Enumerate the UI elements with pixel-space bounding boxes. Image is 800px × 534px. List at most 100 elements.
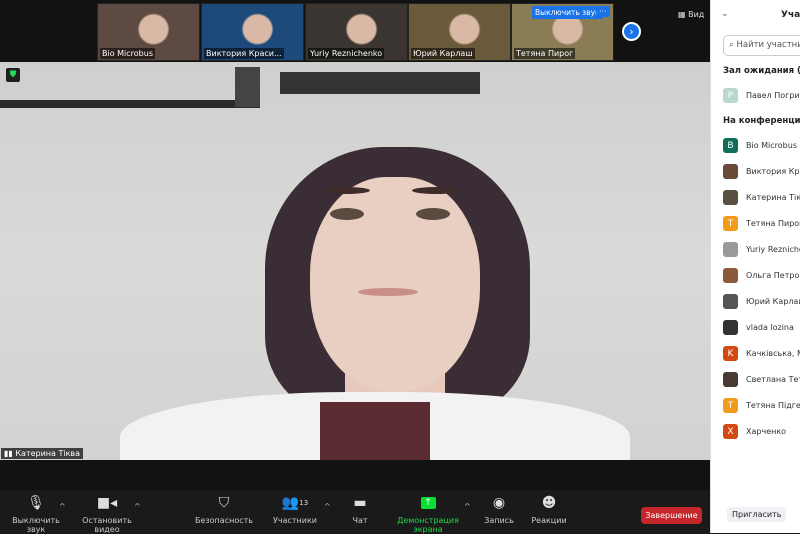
waiting-room-header: Зал ожидания (1) — [723, 66, 800, 76]
search-placeholder: Найти участника — [736, 40, 800, 50]
participant-row[interactable]: T Тетяна Пирог — [723, 215, 800, 232]
video-options-caret-icon[interactable]: ^ — [134, 502, 141, 511]
stop-video-button[interactable]: ■◂ Остановить видео — [72, 490, 142, 534]
participants-button[interactable]: 👥 13 Участники — [270, 490, 320, 525]
reactions-button[interactable]: ☻ Реакции — [530, 490, 568, 525]
next-page-icon[interactable]: › — [622, 22, 641, 41]
eye — [330, 208, 364, 220]
mouth — [358, 288, 418, 296]
participant-name: Харченко — [746, 427, 787, 436]
avatar — [723, 320, 738, 335]
video-camera-icon: ■◂ — [96, 495, 118, 511]
video-thumbnail[interactable]: Юрий Карлаш — [408, 3, 511, 61]
chat-button[interactable]: ▬ Чат — [345, 490, 375, 525]
speaker-name: Катерина Тіква — [15, 449, 81, 458]
thumbnail-name: Виктория Краси... — [204, 48, 284, 59]
video-thumbnail[interactable]: Yuriy Reznichenko — [305, 3, 408, 61]
participant-name: Катерина Тіква — [746, 193, 800, 202]
participants-icon: 👥 — [281, 495, 300, 511]
share-screen-button[interactable]: ↑ Демонстрация экрана — [385, 490, 471, 534]
participant-row[interactable]: Светлана Тетерина — [723, 371, 800, 388]
participant-name: Павел Погрибный — [746, 91, 800, 100]
security-button[interactable]: ⛉ Безопасность — [194, 490, 254, 525]
video-label: Остановить видео — [82, 516, 132, 534]
encryption-shield-icon[interactable]: ⛊ — [6, 68, 20, 82]
meeting-toolbar: 🎙 Выключить звук ^ ■◂ Остановить видео ^ ⛉… — [0, 490, 710, 534]
participants-panel: ⌄ Участники (13) ⌕ Найти участника Зал о… — [710, 0, 800, 533]
participant-row[interactable]: Ольга Петровна — [723, 267, 800, 284]
chat-bubble-icon: ▬ — [353, 495, 367, 511]
avatar — [723, 372, 738, 387]
avatar: B — [723, 138, 738, 153]
brow — [412, 187, 460, 194]
share-label: Демонстрация экрана — [397, 516, 459, 534]
avatar: X — [723, 424, 738, 439]
participant-search-input[interactable]: ⌕ Найти участника — [723, 35, 800, 56]
chat-label: Чат — [352, 516, 368, 525]
thumbnail-name: Yuriy Reznichenko — [308, 48, 385, 59]
brow — [322, 187, 370, 194]
avatar: K — [723, 346, 738, 361]
participant-row[interactable]: vlada lozina — [723, 319, 794, 336]
participant-row[interactable]: K Качківська, Ма... — [723, 345, 800, 362]
participant-name: Ольга Петровна — [746, 271, 800, 280]
participant-name: Качківська, Ма... — [746, 349, 800, 358]
meeting-stage: Bio Microbus Виктория Краси... Yuriy Rezni… — [0, 0, 710, 534]
participant-row[interactable]: Юрий Карлаш — [723, 293, 800, 310]
avatar — [723, 242, 738, 257]
in-meeting-header: На конференции (13) — [723, 116, 800, 126]
active-speaker-video — [0, 62, 710, 460]
record-label: Запись — [484, 516, 514, 525]
mute-label: Выключить звук — [12, 516, 60, 534]
participant-name: Светлана Тетерина — [746, 375, 800, 384]
invite-button[interactable]: Пригласить — [727, 507, 787, 522]
participant-name: Yuriy Reznichenko — [746, 245, 800, 254]
video-thumbnail[interactable]: Виктория Краси... — [201, 3, 304, 61]
security-label: Безопасность — [195, 516, 253, 525]
speaker-name-tag: ▮▮ Катерина Тіква — [1, 448, 84, 459]
avatar: T — [723, 216, 738, 231]
collapse-chevron-icon[interactable]: ⌄ — [721, 9, 729, 19]
participant-name: Тетяна Пирог — [746, 219, 800, 228]
participant-row[interactable]: P Павел Погрибный — [723, 87, 800, 104]
avatar: T — [723, 398, 738, 413]
participant-row[interactable]: Виктория Красильникова — [723, 163, 800, 180]
view-label: Вид — [688, 10, 705, 19]
participant-row[interactable]: X Харченко — [723, 423, 786, 440]
shield-icon: ⛉ — [218, 495, 230, 511]
video-thumbnail[interactable]: Bio Microbus — [97, 3, 200, 61]
participant-name: Юрий Карлаш — [746, 297, 800, 306]
participant-row[interactable]: Катерина Тіква — [723, 189, 800, 206]
avatar — [723, 294, 738, 309]
more-options-button[interactable]: ··· — [596, 6, 610, 17]
participant-row[interactable]: B Bio Microbus (Организатор) — [723, 137, 800, 154]
avatar — [723, 268, 738, 283]
record-icon: ◉ — [492, 495, 506, 511]
smiley-plus-icon: ☻ — [541, 495, 557, 511]
end-meeting-button[interactable]: Завершение — [641, 507, 702, 524]
participant-name: vlada lozina — [746, 323, 794, 332]
participants-count: 13 — [299, 499, 309, 507]
record-button[interactable]: ◉ Запись — [482, 490, 516, 525]
thumbnail-name: Bio Microbus — [100, 48, 155, 59]
audio-options-caret-icon[interactable]: ^ — [59, 502, 66, 511]
participant-name: Виктория Красильникова — [746, 167, 800, 176]
thumbnail-name: Тетяна Пирог — [514, 48, 576, 59]
eye — [416, 208, 450, 220]
participants-label: Участники — [272, 516, 318, 525]
mute-button[interactable]: 🎙 Выключить звук — [4, 490, 68, 534]
share-arrow-icon: ↑ — [420, 497, 436, 509]
avatar — [723, 164, 738, 179]
mute-participant-button[interactable]: Выключить звук — [532, 6, 603, 19]
participant-row[interactable]: Yuriy Reznichenko — [723, 241, 800, 258]
avatar — [723, 190, 738, 205]
avatar: P — [723, 88, 738, 103]
participant-row[interactable]: T Тетяна Підгерська — [723, 397, 800, 414]
panel-title: Участники (13) — [781, 10, 800, 20]
participant-name: Тетяна Підгерська — [746, 401, 800, 410]
shirt — [320, 402, 430, 460]
participants-caret-icon[interactable]: ^ — [324, 502, 331, 511]
view-button[interactable]: ▦ Вид — [678, 10, 704, 19]
share-caret-icon[interactable]: ^ — [464, 502, 471, 511]
thumbnail-name: Юрий Карлаш — [411, 48, 475, 59]
